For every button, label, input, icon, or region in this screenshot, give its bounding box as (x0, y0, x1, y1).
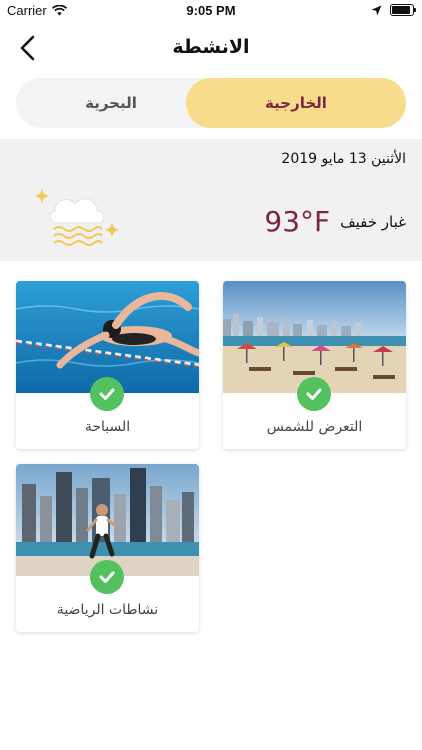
dust-cloud-icon (35, 189, 119, 246)
location-arrow-icon (371, 5, 382, 15)
status-bar: Carrier 9:05 PM (0, 0, 422, 22)
weather-temperature: 93°F (264, 205, 331, 238)
activity-card-sunbathing[interactable]: التعرض للشمس (223, 281, 406, 449)
weather-date: الأثنين 13 مايو 2019 (281, 151, 406, 167)
activity-card-swimming[interactable]: السباحة (16, 281, 199, 449)
weather-condition: غبار خفيف (340, 212, 406, 231)
weather-panel: الأثنين 13 مايو 2019 غبار خفيف 93°F (0, 139, 422, 261)
status-time: 9:05 PM (186, 3, 236, 18)
activity-label: السباحة (84, 419, 131, 435)
activity-type-tabs: البحرية الخارجية (16, 78, 406, 128)
checkmark-icon (297, 377, 331, 411)
checkmark-icon (90, 377, 124, 411)
weather-summary: غبار خفيف 93°F (264, 205, 406, 238)
status-right (371, 4, 416, 16)
tab-outdoor[interactable]: الخارجية (186, 78, 406, 128)
activity-label: التعرض للشمس (266, 419, 363, 435)
battery-icon (390, 4, 416, 16)
page-title: الانشطة (172, 36, 250, 58)
tab-marine[interactable]: البحرية (16, 78, 206, 128)
activity-card-sports[interactable]: نشاطات الرياضية (16, 464, 199, 632)
checkmark-icon (90, 560, 124, 594)
nav-bar: الانشطة (0, 26, 422, 70)
activity-label: نشاطات الرياضية (56, 602, 159, 618)
